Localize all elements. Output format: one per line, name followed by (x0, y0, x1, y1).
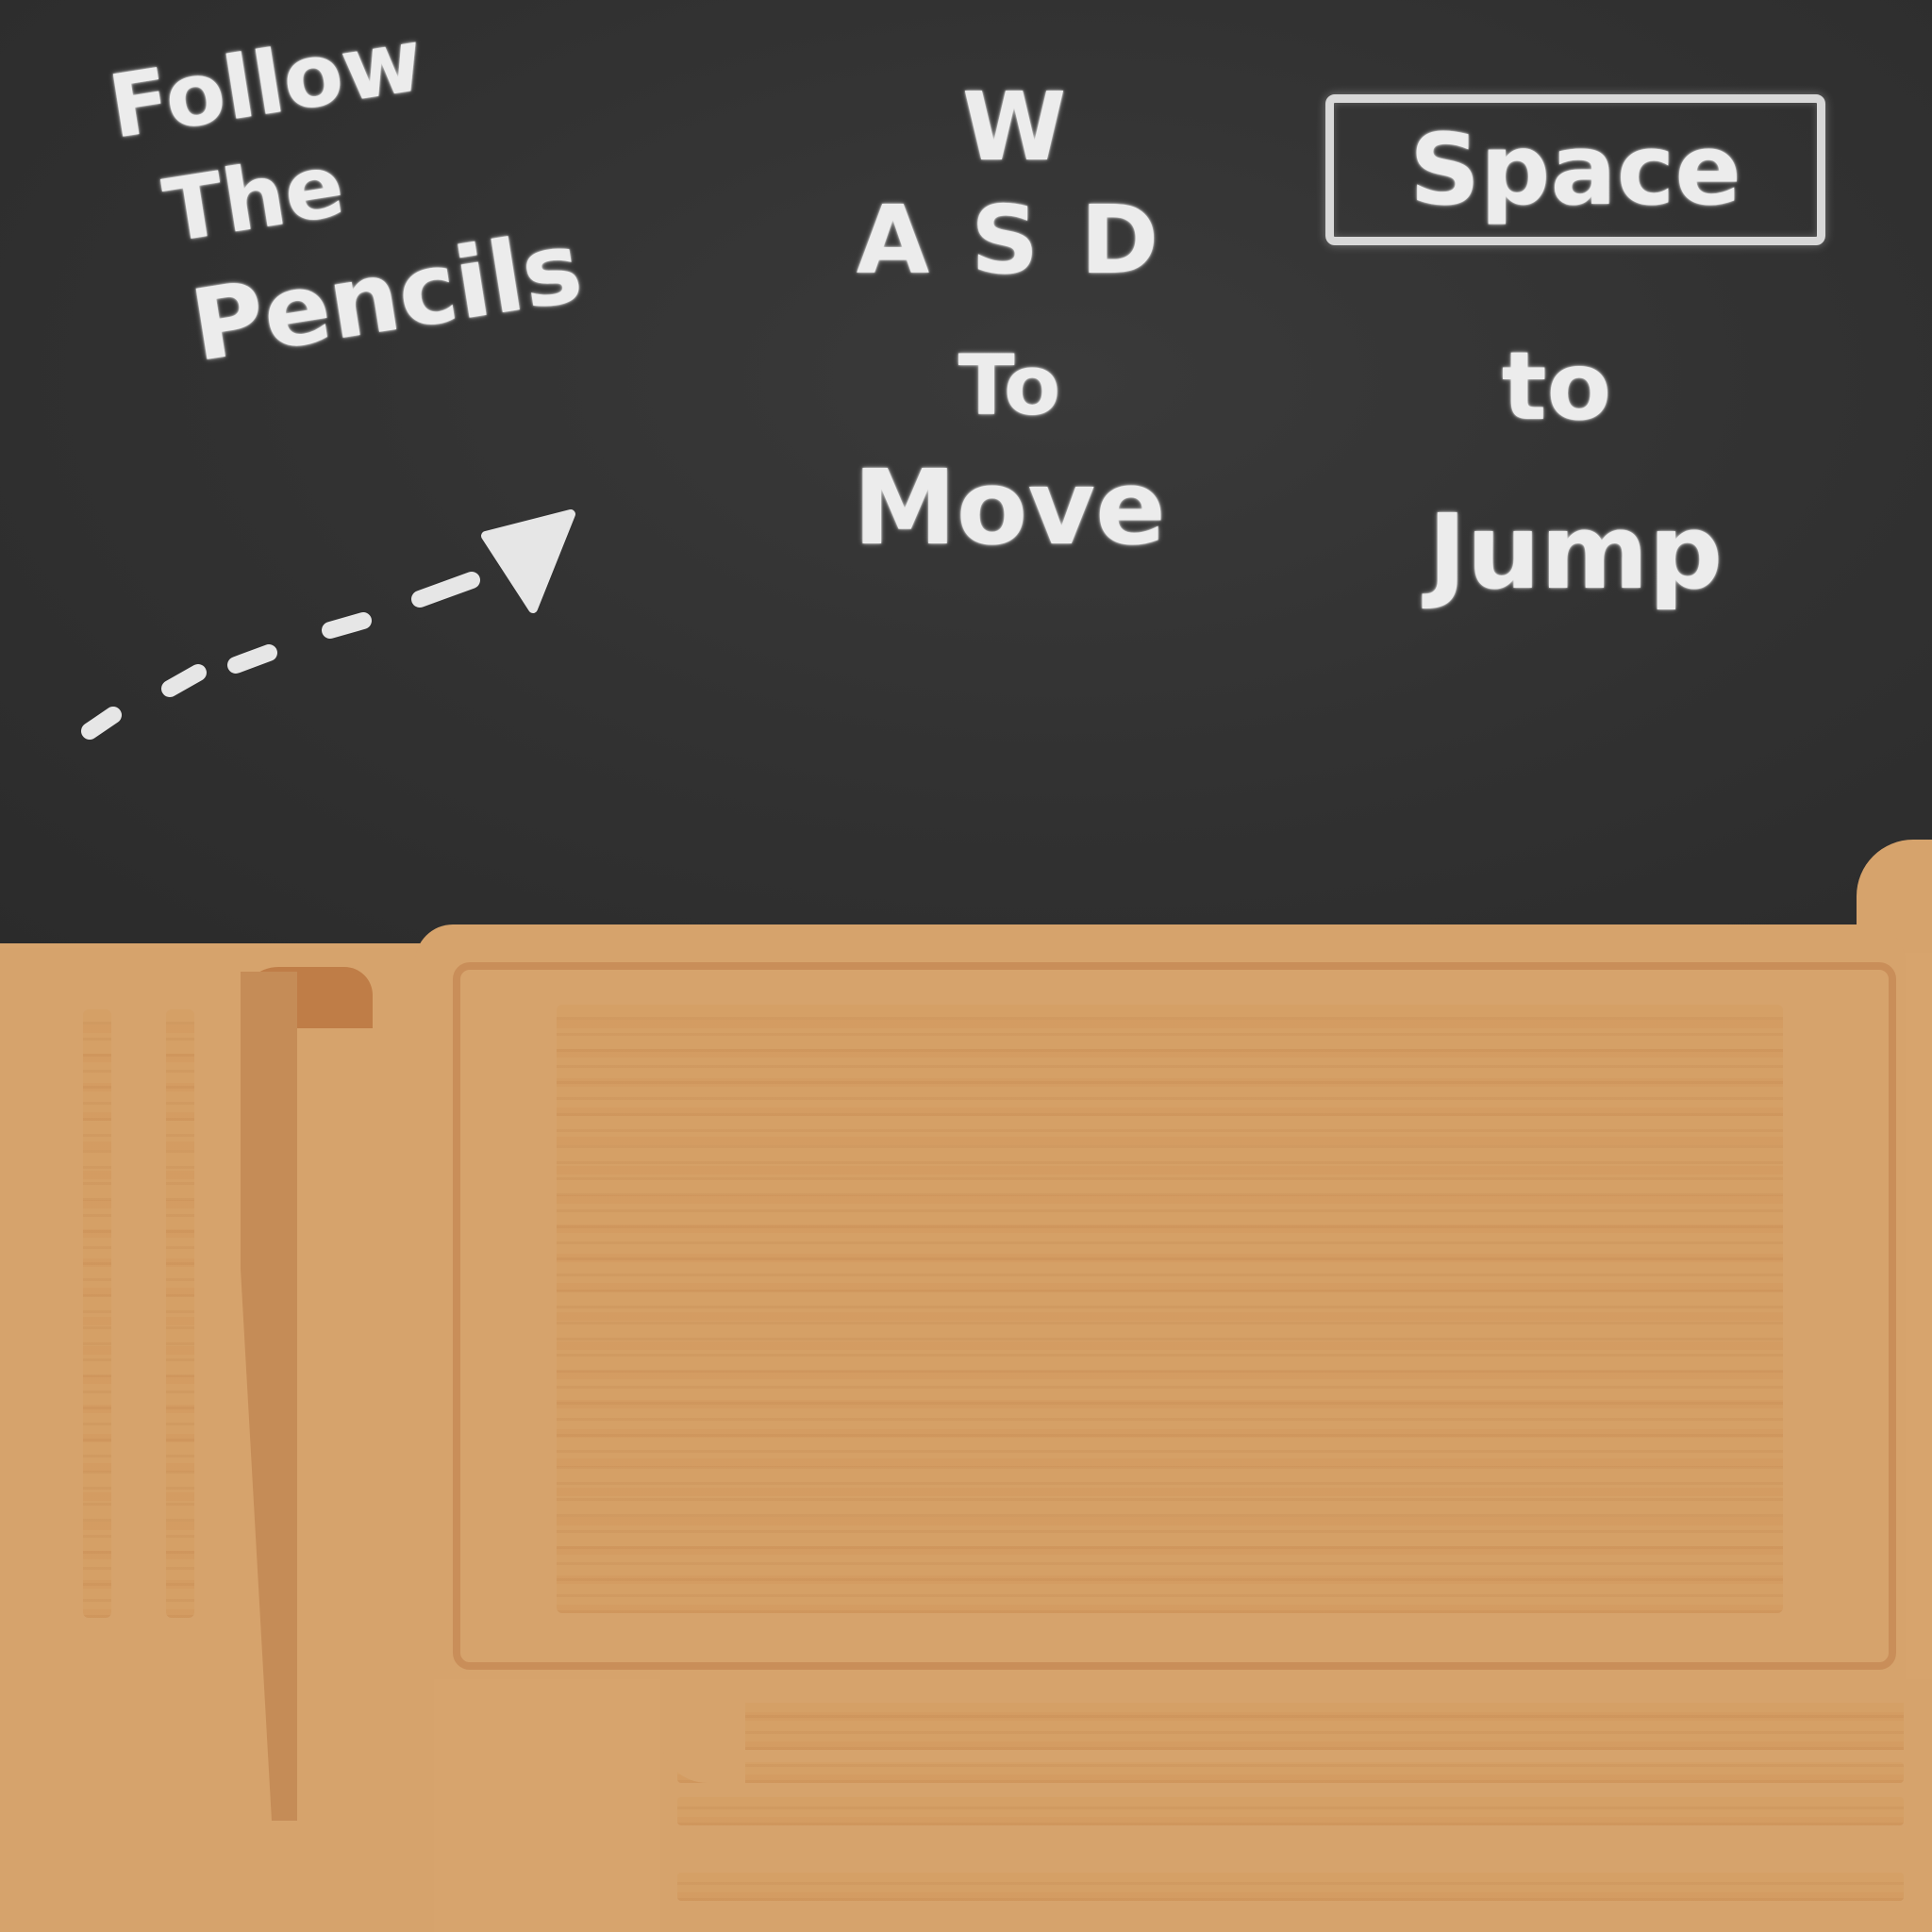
move-hint: W ASD To Move (792, 72, 1226, 568)
game-scene: Follow The Pencils W ASD To Move Space t (0, 0, 1932, 1932)
jump-hint: to Jump (1396, 340, 1755, 612)
desk-left-side (0, 948, 434, 1932)
dashed-arrow-icon (81, 509, 575, 740)
jump-hint-to: to (1501, 331, 1612, 441)
move-hint-to: To (958, 337, 1061, 434)
space-key-label: Space (1409, 112, 1741, 227)
shelf (677, 1762, 1904, 1783)
shelf (677, 1797, 1904, 1825)
key-w-label: W (961, 72, 1067, 182)
move-hint-action: Move (853, 447, 1166, 568)
follow-pencils-hint: Follow The Pencils (103, 0, 591, 407)
chalkboard: Follow The Pencils W ASD To Move Space t (0, 0, 1932, 943)
shelf (677, 1873, 1904, 1901)
key-asd-label: ASD (856, 185, 1201, 295)
desk-leg (166, 1009, 194, 1618)
jump-hint-action: Jump (1427, 491, 1724, 612)
desk-leg (83, 1009, 111, 1618)
space-key-box: Space (1325, 94, 1825, 245)
desk-panel (557, 1005, 1783, 1613)
shelf (677, 1703, 1904, 1750)
shelf-notch (660, 1679, 745, 1783)
